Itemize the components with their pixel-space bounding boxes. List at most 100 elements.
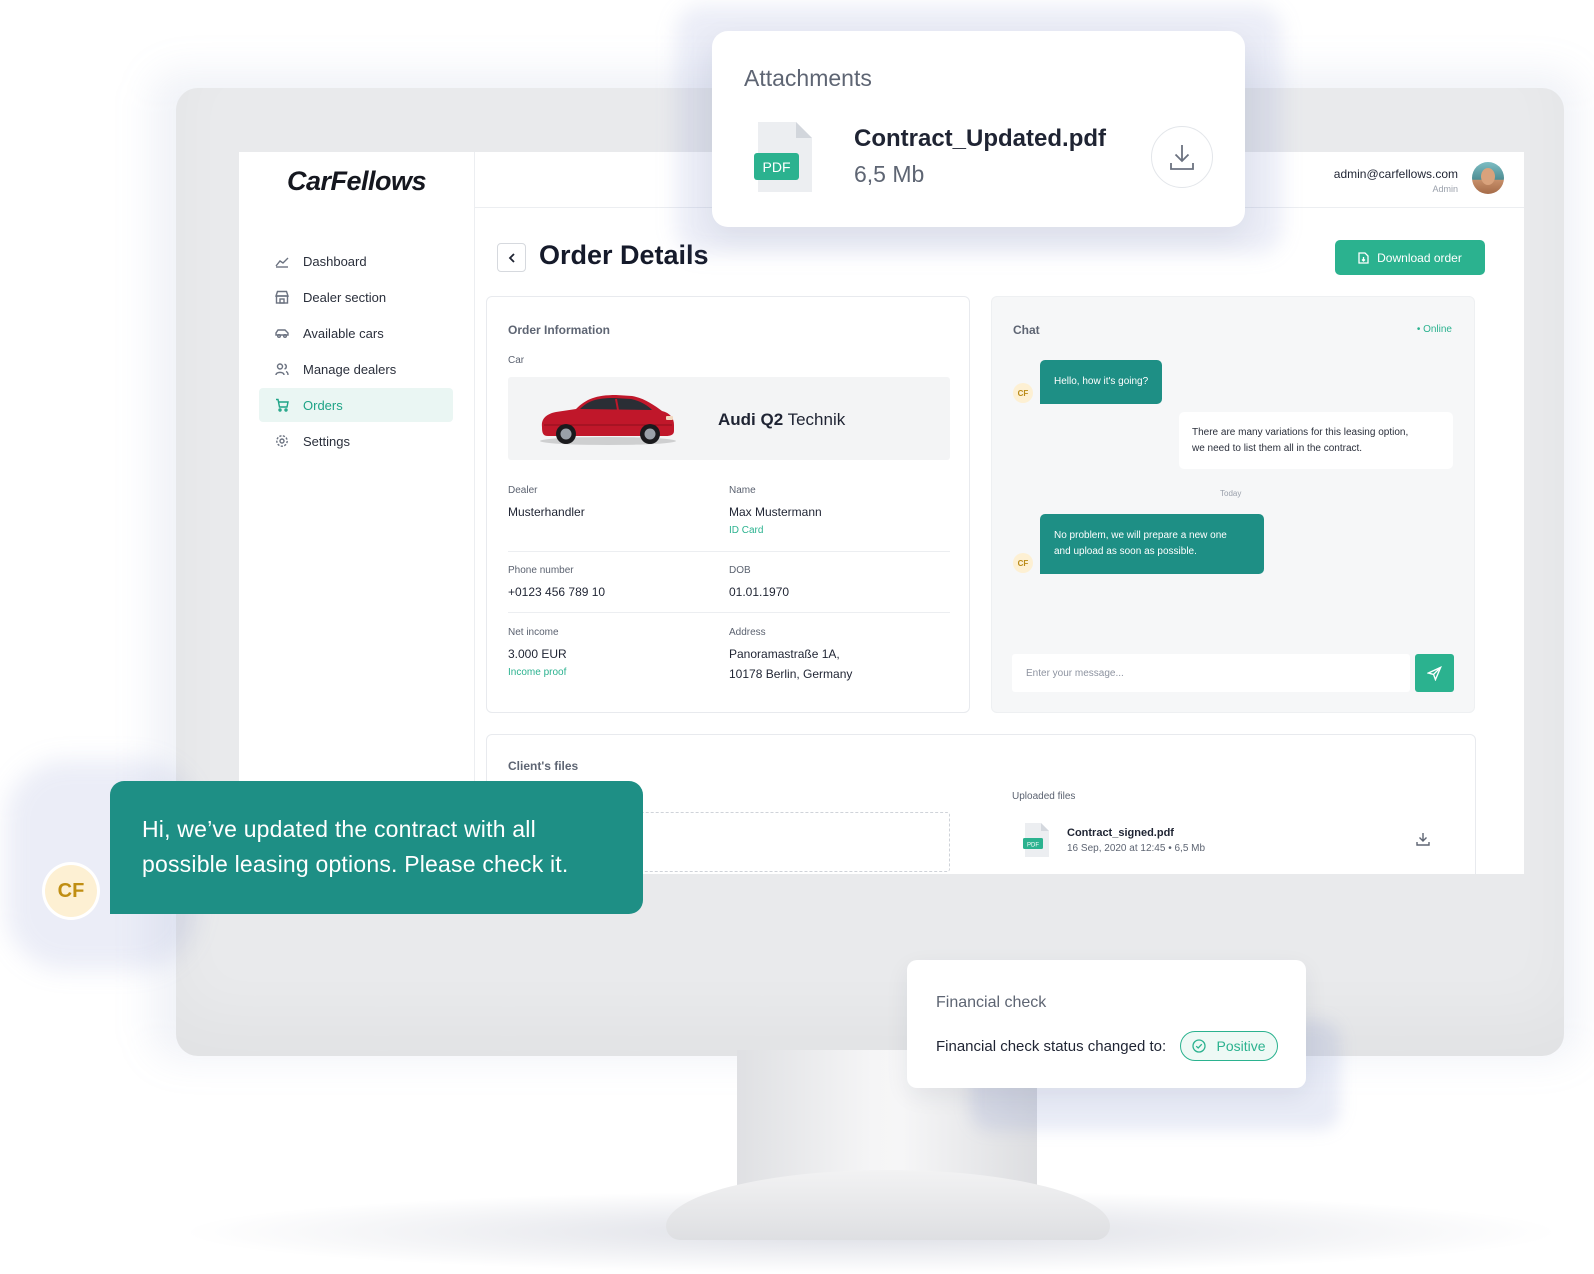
car-icon xyxy=(275,329,289,338)
net-income-label: Net income xyxy=(508,627,559,638)
car-panel: Audi Q2 Technik xyxy=(508,377,950,460)
store-icon xyxy=(275,290,289,304)
sidebar-item-manage-dealers[interactable]: Manage dealers xyxy=(259,352,453,386)
clients-files-title: Client's files xyxy=(508,759,579,773)
sidebar-nav: Dashboard Dealer section Available cars … xyxy=(259,244,453,460)
download-icon xyxy=(1416,833,1430,846)
chart-line-icon xyxy=(275,257,289,268)
cf-avatar: CF xyxy=(1013,383,1033,403)
sidebar: CarFellows Dashboard Dealer section Avai… xyxy=(239,152,475,874)
chat-message-text: There are many variations for this leasi… xyxy=(1192,425,1408,457)
day-separator: Today xyxy=(1220,489,1242,498)
user-avatar[interactable] xyxy=(1472,162,1504,194)
financial-check-popup: Financial check Financial check status c… xyxy=(907,960,1306,1088)
dealer-label: Dealer xyxy=(508,485,538,496)
attachment-download-button[interactable] xyxy=(1151,126,1213,188)
send-icon xyxy=(1427,665,1442,681)
order-information-card: Order Information Car Audi Q2 Technik De… xyxy=(486,296,970,713)
document-icon xyxy=(1358,251,1369,264)
app-screen: CarFellows Dashboard Dealer section Avai… xyxy=(239,152,1524,874)
sidebar-item-settings[interactable]: Settings xyxy=(259,424,453,458)
users-icon xyxy=(275,363,289,376)
message-popup-line: possible leasing options. Please check i… xyxy=(142,851,569,877)
chat-message-incoming: No problem, we will prepare a new one an… xyxy=(1040,514,1264,574)
divider xyxy=(508,551,950,552)
attachment-file-name[interactable]: Contract_Updated.pdf xyxy=(854,125,1106,153)
uploaded-file-download-button[interactable] xyxy=(1415,831,1431,847)
attachment-file-size: 6,5 Mb xyxy=(854,161,925,187)
address-label: Address xyxy=(729,627,766,638)
sidebar-item-dealer-section[interactable]: Dealer section xyxy=(259,280,453,314)
car-model: Technik xyxy=(787,410,846,429)
chat-message-outgoing: There are many variations for this leasi… xyxy=(1179,412,1453,469)
message-popup: Hi, we’ve updated the contract with all … xyxy=(110,781,643,914)
name-label: Name xyxy=(729,485,756,496)
divider xyxy=(508,612,950,613)
phone-value: +0123 456 789 10 xyxy=(508,585,606,599)
sidebar-item-dashboard[interactable]: Dashboard xyxy=(259,244,453,278)
chat-message-line: we need to list them all in the contract… xyxy=(1192,442,1363,454)
back-button[interactable] xyxy=(497,243,526,272)
online-status: • Online xyxy=(1416,324,1452,335)
download-order-button[interactable]: Download order xyxy=(1335,240,1485,275)
monitor-stand-base xyxy=(666,1170,1110,1240)
send-message-button[interactable] xyxy=(1415,654,1454,692)
uploaded-file-name[interactable]: Contract_signed.pdf xyxy=(1067,827,1174,839)
chat-message-line: and upload as soon as possible. xyxy=(1054,546,1197,557)
user-email[interactable]: admin@carfellows.com xyxy=(1334,167,1458,181)
app-logo[interactable]: CarFellows xyxy=(287,166,427,197)
uploaded-file-meta: 16 Sep, 2020 at 12:45 • 6,5 Mb xyxy=(1067,843,1206,854)
sidebar-item-label: Orders xyxy=(303,397,343,413)
id-card-link[interactable]: ID Card xyxy=(729,525,763,536)
sidebar-item-orders[interactable]: Orders xyxy=(259,388,453,422)
chat-message-incoming: Hello, how it's going? xyxy=(1040,360,1163,404)
sidebar-item-label: Available cars xyxy=(303,325,384,341)
car-image xyxy=(540,395,676,445)
user-role: Admin xyxy=(1432,184,1458,194)
address-line-2: 10178 Berlin, Germany xyxy=(729,667,853,681)
dob-value: 01.01.1970 xyxy=(729,585,790,599)
message-popup-line: Hi, we’ve updated the contract with all xyxy=(142,816,536,842)
cf-avatar: CF xyxy=(45,865,97,917)
chat-message-line: No problem, we will prepare a new one xyxy=(1054,530,1227,541)
sidebar-item-available-cars[interactable]: Available cars xyxy=(259,316,453,350)
chat-message-text: No problem, we will prepare a new one an… xyxy=(1054,528,1227,560)
pdf-file-icon: PDF xyxy=(1023,823,1049,857)
cf-avatar: CF xyxy=(1013,553,1033,573)
attachments-popup: Attachments PDF Contract_Updated.pdf 6,5… xyxy=(712,31,1245,227)
income-proof-link[interactable]: Income proof xyxy=(508,667,566,678)
status-badge-label: Positive xyxy=(1216,1038,1266,1054)
dealer-value: Musterhandler xyxy=(508,505,585,519)
car-name: Audi Q2 Technik xyxy=(718,410,845,430)
chat-message-line: There are many variations for this leasi… xyxy=(1192,426,1409,438)
chat-title: Chat xyxy=(1013,323,1040,337)
financial-check-title: Financial check xyxy=(936,994,1047,1011)
download-icon xyxy=(1170,145,1194,170)
status-badge: Positive xyxy=(1180,1031,1278,1061)
sidebar-item-label: Settings xyxy=(303,433,350,449)
chevron-left-icon xyxy=(508,252,515,263)
cart-icon xyxy=(276,398,289,412)
net-income-value: 3.000 EUR xyxy=(508,647,567,661)
address-line-1: Panoramastraße 1A, xyxy=(729,647,840,661)
gear-icon xyxy=(276,435,288,447)
pdf-file-type: PDF xyxy=(763,159,791,175)
chat-message-input[interactable] xyxy=(1012,654,1410,692)
attachments-title: Attachments xyxy=(744,65,872,91)
sidebar-item-label: Dealer section xyxy=(303,289,387,305)
name-value: Max Mustermann xyxy=(729,505,822,519)
dob-label: DOB xyxy=(729,565,751,576)
car-label: Car xyxy=(508,355,525,366)
sidebar-item-label: Manage dealers xyxy=(303,361,397,377)
check-circle-icon xyxy=(1192,1039,1207,1053)
uploaded-files-label: Uploaded files xyxy=(1012,791,1076,802)
pdf-file-type: PDF xyxy=(1027,843,1039,849)
phone-label: Phone number xyxy=(508,565,574,576)
sidebar-item-label: Dashboard xyxy=(303,253,367,269)
car-brand: Audi Q2 xyxy=(718,410,784,429)
pdf-file-icon: PDF xyxy=(754,122,812,192)
financial-check-text: Financial check status changed to: xyxy=(936,1038,1167,1055)
order-information-title: Order Information xyxy=(508,323,611,337)
chat-card: Chat • Online CF Hello, how it's going? … xyxy=(991,296,1475,713)
download-order-label: Download order xyxy=(1377,250,1462,265)
